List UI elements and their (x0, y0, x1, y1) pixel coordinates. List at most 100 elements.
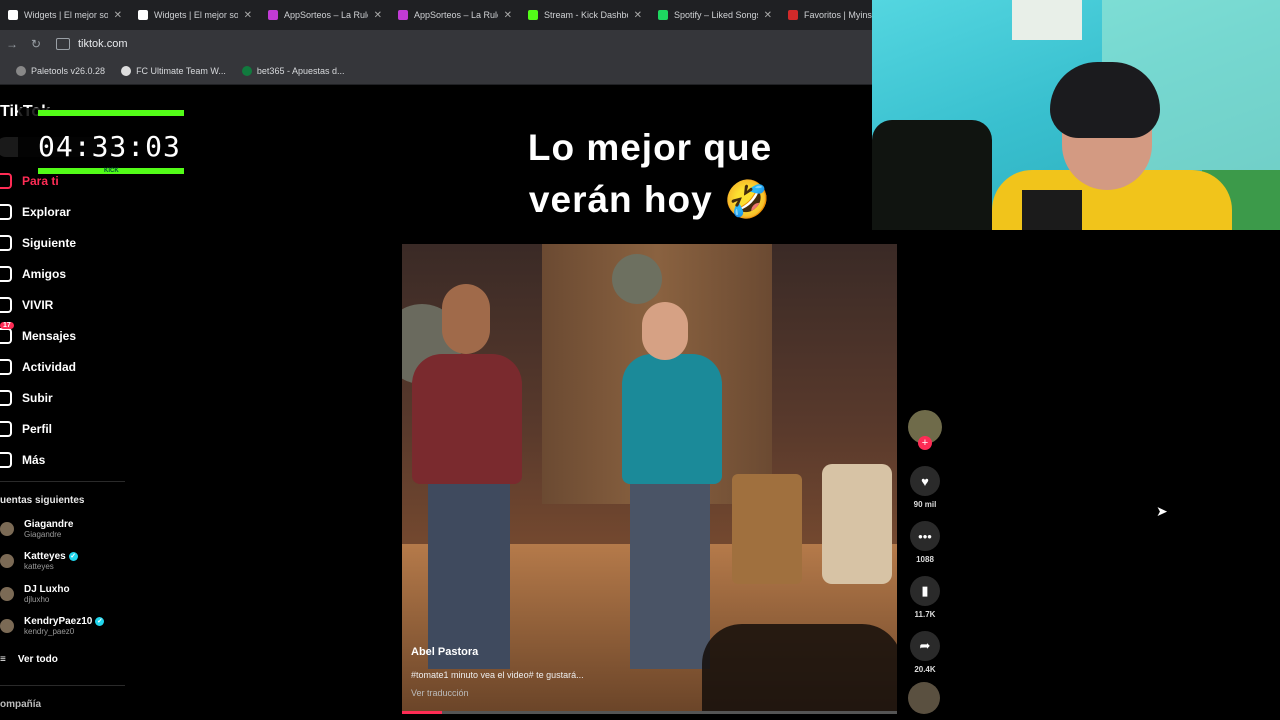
sidebar-item-amigos[interactable]: Amigos (0, 266, 66, 282)
nav-icon (0, 421, 12, 437)
avatar (0, 587, 14, 601)
followed-account[interactable]: Giagandre Giagandre (0, 519, 73, 539)
like-button[interactable]: ♥ 90 mil (906, 466, 944, 509)
tab-title: Favoritos | Myins (804, 10, 872, 20)
avatar (0, 619, 14, 633)
video-player[interactable]: Abel Pastora #tomate1 minuto vea el vide… (402, 244, 897, 714)
account-name: Katteyes (24, 551, 66, 562)
sidebar-item-label: Actividad (22, 360, 77, 374)
timer-accent-bar (38, 110, 184, 116)
sidebar-item-actividad[interactable]: Actividad (0, 359, 76, 375)
bookmark-favicon-icon (121, 66, 132, 76)
translate-link[interactable]: Ver traducción (411, 688, 469, 698)
tab-title: Spotify – Liked Songs (674, 10, 758, 20)
divider (0, 481, 125, 482)
company-link[interactable]: ompañía (0, 699, 41, 710)
mouse-cursor-icon: ➤ (1156, 503, 1168, 519)
browser-tab[interactable]: AppSorteos – La Rule ✕ (260, 0, 390, 30)
nav-icon (0, 359, 12, 375)
reload-icon[interactable]: ↻ (24, 37, 48, 51)
sidebar-item-vivir[interactable]: VIVIR (0, 297, 53, 313)
browser-tab[interactable]: Stream - Kick Dashbo ✕ (520, 0, 650, 30)
tab-favicon-icon (528, 10, 538, 20)
video-audience (702, 624, 897, 714)
sidebar-item-para-ti[interactable]: Para ti (0, 173, 59, 189)
sidebar-item-perfil[interactable]: Perfil (0, 421, 52, 437)
followed-account[interactable]: KendryPaez10 ✓ kendry_paez0 (0, 616, 105, 636)
tab-title: AppSorteos – La Rule (284, 10, 368, 20)
close-tab-icon[interactable]: ✕ (244, 10, 252, 21)
address-bar[interactable]: tiktok.com (56, 38, 128, 50)
caption-line-2: verán hoy 🤣 (528, 179, 772, 220)
account-username: Giagandre (24, 530, 62, 539)
avatar (0, 554, 14, 568)
nav-icon (0, 266, 12, 282)
nav-icon (0, 204, 12, 220)
site-info-icon[interactable] (56, 38, 70, 50)
url-text: tiktok.com (78, 38, 128, 50)
bookmark-favicon-icon (16, 66, 26, 76)
account-username: djluxho (24, 595, 50, 604)
comment-count: 1088 (916, 555, 934, 564)
share-count: 20.4K (914, 665, 936, 674)
sidebar-item-label: VIVIR (22, 298, 54, 312)
nav-icon (0, 452, 12, 468)
sidebar-item-explorar[interactable]: Explorar (0, 204, 71, 220)
sidebar-item-mensajes[interactable]: Mensajes 17 (0, 322, 76, 344)
sidebar-item-subir[interactable]: Subir (0, 390, 53, 406)
browser-tab[interactable]: Spotify – Liked Songs ✕ (650, 0, 780, 30)
browser-tab[interactable]: Widgets | El mejor so ✕ (130, 0, 260, 30)
video-chair (822, 464, 892, 584)
account-name: KendryPaez10 (24, 616, 93, 627)
browser-tab[interactable]: AppSorteos – La Rule ✕ (390, 0, 520, 30)
sidebar-item-siguiente[interactable]: Siguiente (0, 235, 76, 251)
comment-button[interactable]: ••• 1088 (906, 521, 944, 564)
bookmark-item[interactable]: FC Ultimate Team W... (121, 66, 226, 76)
account-name: DJ Luxho (24, 584, 70, 595)
tab-favicon-icon (398, 10, 408, 20)
video-progress-fill (402, 711, 442, 714)
nav-icon (0, 390, 12, 406)
account-username: kendry_paez0 (24, 627, 75, 636)
video-globe-prop (612, 254, 662, 304)
webcam-background (1012, 0, 1082, 40)
tab-title: Stream - Kick Dashbo (544, 10, 628, 20)
video-description[interactable]: #tomate1 minuto vea el video# te gustará… (411, 670, 584, 680)
share-button[interactable]: ➦ 20.4K (906, 631, 944, 674)
menu-icon: ≡ (0, 654, 6, 665)
follow-plus-icon[interactable]: + (918, 436, 932, 450)
bookmark-icon: ▮ (910, 576, 940, 606)
sidebar-item-label: Subir (22, 391, 53, 405)
close-tab-icon[interactable]: ✕ (374, 10, 382, 21)
video-person-left (428, 479, 510, 669)
video-author-name[interactable]: Abel Pastora (411, 646, 478, 658)
bookmark-item[interactable]: Paletools v26.0.28 (16, 66, 105, 76)
see-all-link[interactable]: ≡ Ver todo (0, 654, 58, 665)
music-disc-avatar[interactable] (908, 682, 940, 714)
verified-icon: ✓ (68, 552, 78, 561)
browser-tab[interactable]: Favoritos | Myins✕ (780, 0, 872, 30)
close-tab-icon[interactable]: ✕ (114, 10, 122, 21)
browser-tab[interactable]: Widgets | El mejor so ✕ (0, 0, 130, 30)
close-tab-icon[interactable]: ✕ (764, 10, 772, 21)
sidebar-item-label: Amigos (22, 267, 67, 281)
kick-label: KICK (104, 168, 119, 174)
sidebar-item-más[interactable]: Más (0, 452, 45, 468)
forward-icon[interactable]: → (0, 37, 24, 51)
close-tab-icon[interactable]: ✕ (504, 10, 512, 21)
webcam-streamer (1022, 190, 1082, 230)
video-person-left (412, 354, 522, 484)
verified-icon: ✓ (95, 617, 105, 626)
save-button[interactable]: ▮ 11.7K (906, 576, 944, 619)
close-tab-icon[interactable]: ✕ (634, 10, 642, 21)
video-progress-bar[interactable] (402, 711, 897, 714)
nav-icon (0, 173, 12, 189)
bookmark-item[interactable]: bet365 - Apuestas d... (241, 66, 345, 76)
see-all-label: Ver todo (17, 654, 58, 665)
followed-account[interactable]: Katteyes ✓ katteyes (0, 551, 78, 571)
divider (0, 685, 125, 686)
followed-account[interactable]: DJ Luxho djluxho (0, 584, 70, 604)
bookmark-label: FC Ultimate Team W... (136, 66, 226, 76)
video-person-right (630, 479, 710, 669)
bookmark-label: bet365 - Apuestas d... (256, 66, 345, 76)
